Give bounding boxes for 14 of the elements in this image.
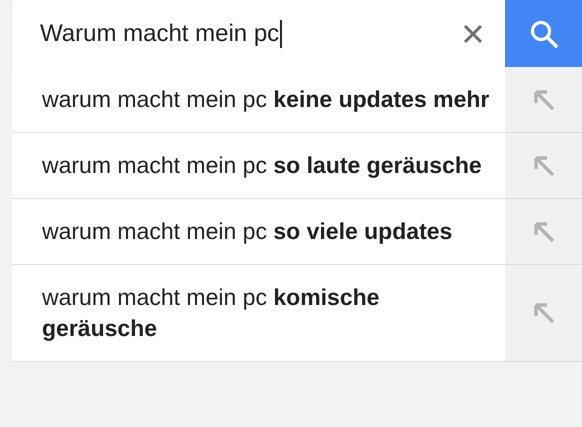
fill-in-button[interactable] — [505, 265, 582, 361]
arrow-icon — [532, 88, 556, 112]
close-icon — [463, 24, 483, 44]
suggestion-item[interactable]: warum macht mein pc so viele updates — [12, 199, 505, 264]
fill-in-button[interactable] — [505, 199, 582, 264]
arrow-icon — [532, 220, 556, 244]
search-icon — [528, 18, 558, 48]
arrow-icon — [532, 154, 556, 178]
suggestion-item[interactable]: warum macht mein pc keine updates mehr — [12, 67, 505, 132]
suggestion-item[interactable]: warum macht mein pc so laute geräusche — [12, 133, 505, 198]
fill-in-button[interactable] — [505, 133, 582, 198]
arrow-icon — [532, 301, 556, 325]
search-button[interactable] — [505, 0, 582, 67]
suggestion-item[interactable]: warum macht mein pc komische geräusche — [12, 265, 505, 361]
